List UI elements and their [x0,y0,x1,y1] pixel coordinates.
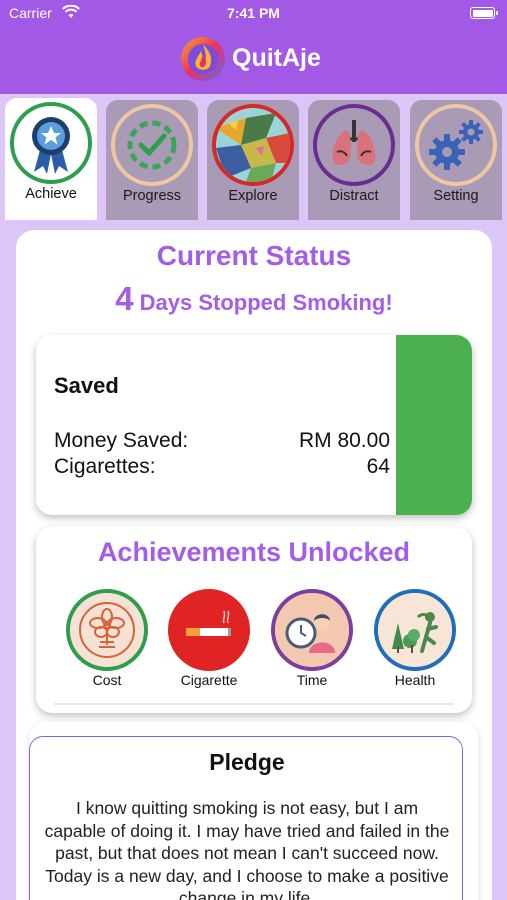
tab-achieve[interactable]: Achieve [5,98,97,220]
clock-label: 7:41 PM [227,5,280,21]
time-person-clock-icon [271,589,353,671]
gear-icon [415,104,497,186]
achievement-health[interactable]: Health [374,589,456,689]
achievement-medal-icon [10,102,92,184]
cigarettes-label: Cigarettes: [54,455,156,478]
achievements-card: Achievements Unlocked Cost Cigarette Tim… [36,527,472,713]
saved-card: Saved Money Saved: RM 80.00 Cigarettes: … [36,335,472,515]
tab-progress-label: Progress [122,188,182,204]
achievement-cost[interactable]: Cost [66,589,148,689]
app-title: QuitAje [232,44,321,72]
battery-icon [470,7,498,19]
achievement-health-label: Health [394,672,436,688]
money-saved-value: RM 80.00 [298,429,390,452]
pledge-title: Pledge [209,749,285,775]
tab-explore-label: Explore [228,188,278,204]
cigarettes-value: 64 [366,455,390,478]
achievements-divider [54,703,454,705]
tab-setting[interactable]: Setting [410,100,502,220]
tab-distract[interactable]: Distract [308,100,400,220]
current-status-title: Current Status [156,240,352,271]
pledge-card: Pledge I know quitting smoking is not ea… [29,736,463,900]
achievements-title: Achievements Unlocked [97,537,411,567]
days-count: 4 [115,280,134,317]
progress-check-icon [111,104,193,186]
achievement-time-label: Time [296,672,328,688]
tab-distract-label: Distract [329,188,379,204]
days-stopped-text: Days Stopped Smoking! [139,290,393,315]
achievement-cigarette[interactable]: Cigarette [168,589,250,689]
tab-bar: Achieve Progress Explore Distract Settin… [5,98,502,222]
money-saved-label: Money Saved: [54,429,189,452]
status-bar: Carrier 7:41 PM [0,0,507,30]
health-nature-icon [374,589,456,671]
explore-mosaic-icon [212,104,294,186]
days-stopped-line: 4 Days Stopped Smoking! [16,280,492,318]
tab-explore[interactable]: Explore [207,100,299,220]
achievement-time[interactable]: Time [271,589,353,689]
achievement-cigarette-label: Cigarette [180,672,238,688]
tab-progress[interactable]: Progress [106,100,198,220]
saved-title: Saved [54,373,119,398]
achievement-cost-label: Cost [92,672,122,688]
flame-logo-icon [180,36,226,82]
cost-flower-icon [66,589,148,671]
app-header: Carrier 7:41 PM QuitAje [0,0,507,94]
saved-progress-bar [396,335,472,515]
pledge-text: I know quitting smoking is not easy, but… [44,798,450,900]
lungs-icon [313,104,395,186]
tab-setting-label: Setting [433,188,479,204]
no-cigarette-icon [168,589,250,671]
tab-achieve-label: Achieve [25,186,77,202]
